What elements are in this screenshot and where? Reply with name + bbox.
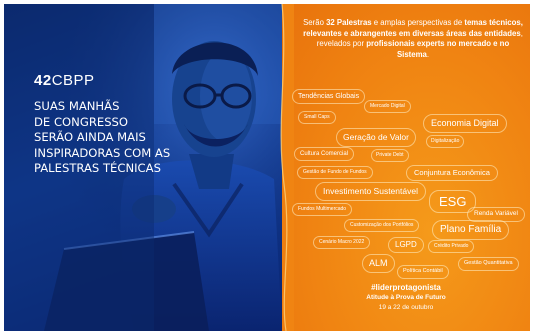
event-slogan: Atitude à Prova de Futuro: [366, 294, 446, 301]
headline-line: DE CONGRESSO: [34, 114, 129, 129]
headline-line: SUAS MANHÃS: [34, 99, 120, 113]
topic-tag: Investimento Sustentável: [315, 182, 426, 201]
intro-part: Serão: [303, 18, 327, 27]
intro-part: e amplas perspectivas de: [371, 18, 465, 27]
topic-tag: Política Contábil: [397, 265, 449, 279]
topic-tag: Crédito Privado: [428, 240, 475, 253]
topic-tag: ALM: [362, 254, 395, 273]
event-dates: 19 a 22 de outubro: [378, 304, 434, 311]
topic-tag: Tendências Globais: [292, 89, 366, 104]
intro-highlight: profissionais experts no mercado e no Si…: [366, 39, 510, 59]
headline: SUAS MANHÃS DE CONGRESSO SERÃO AINDA MAI…: [34, 99, 194, 177]
topic-tag: Plano Família: [432, 220, 510, 240]
event-footer: #liderprotagonista Atitude à Prova de Fu…: [282, 282, 530, 312]
banner: 42CBPP SUAS MANHÃS DE CONGRESSO SERÃO AI…: [4, 4, 530, 331]
topic-tag: Small Caps: [298, 111, 336, 124]
headline-line: SERÃO AINDA MAIS: [34, 130, 146, 144]
topic-tag: Digitalização: [426, 135, 465, 148]
brand-name: CBPP: [51, 72, 95, 89]
intro-text: Serão 32 Palestras e amplas perspectivas…: [300, 18, 526, 60]
brand-number: 42: [34, 72, 52, 89]
topic-tag: Conjuntura Econômica: [406, 165, 498, 181]
intro-highlight: 32 Palestras: [326, 18, 372, 27]
topic-tag: Economia Digital: [423, 114, 507, 133]
topic-tag: Cultura Comercial: [294, 147, 355, 161]
topic-tag: LGPD: [388, 237, 424, 253]
brand-logo: 42CBPP: [34, 72, 95, 89]
topic-tag: Gestão de Fundo de Fundos: [297, 166, 373, 179]
left-panel: 42CBPP SUAS MANHÃS DE CONGRESSO SERÃO AI…: [4, 4, 282, 331]
topic-tag: Cenário Macro 2022: [313, 236, 371, 249]
headline-line: PALESTRAS TÉCNICAS: [34, 161, 161, 175]
topic-tag: Gestão Quantitativa: [458, 257, 519, 271]
topic-tag: Mercado Digital: [364, 100, 411, 113]
topic-tag: Fundos Multimercado: [292, 203, 353, 216]
hashtag: #liderprotagonista: [371, 283, 441, 292]
topic-tag: Customização dos Portfólios: [344, 219, 420, 232]
intro-part: .: [426, 49, 430, 59]
topic-tag: Geração de Valor: [336, 128, 416, 147]
topic-tag: Private Debt: [371, 149, 409, 162]
headline-line: INSPIRADORAS COM AS: [34, 145, 171, 160]
